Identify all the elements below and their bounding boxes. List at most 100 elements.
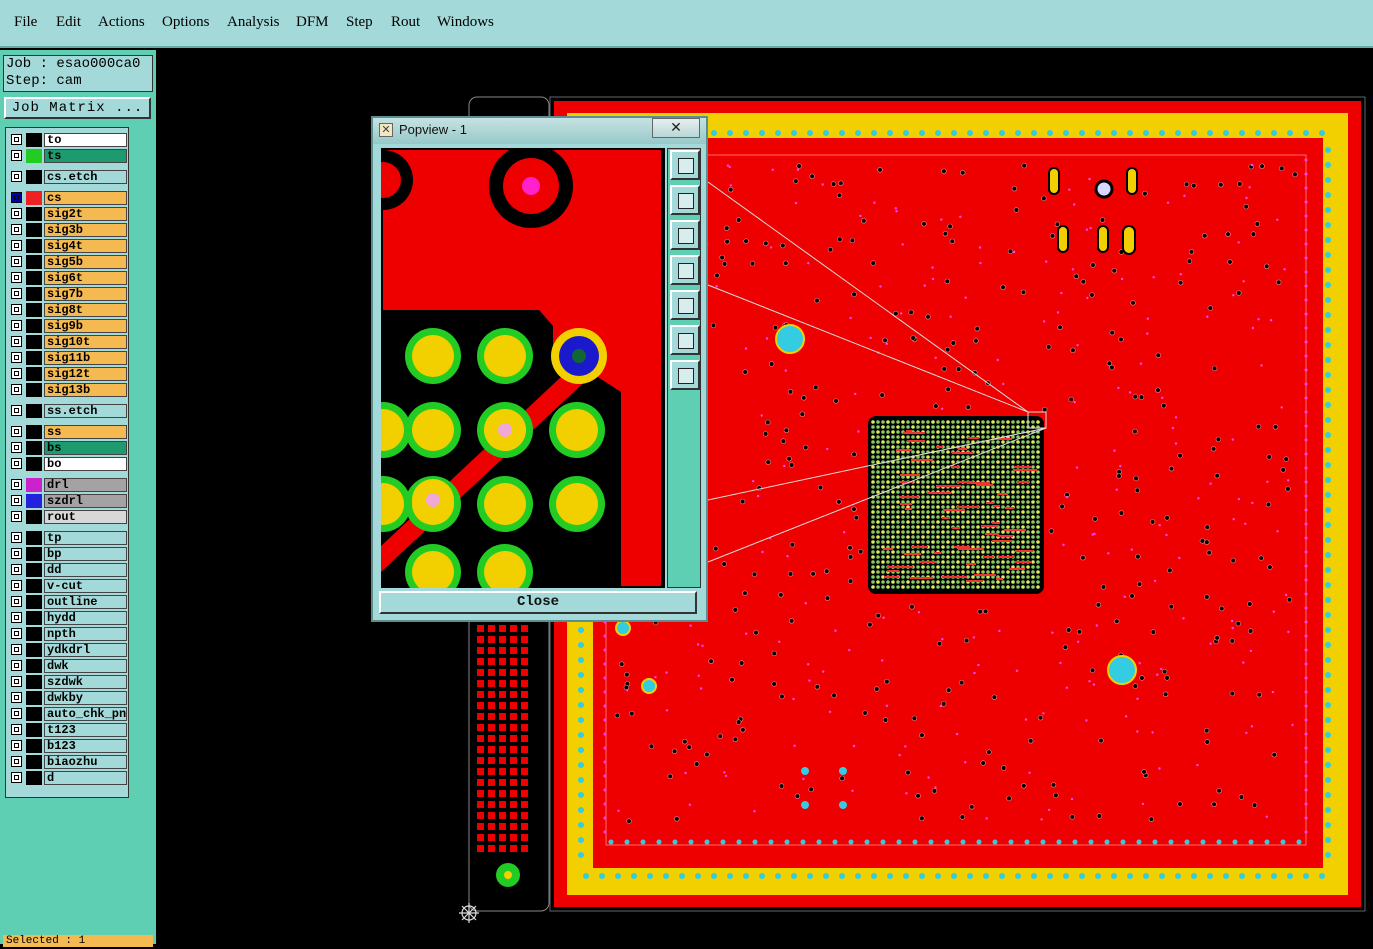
layer-row-sig12t[interactable]: sig12t bbox=[9, 367, 127, 381]
layer-row-cs.etch[interactable]: cs.etch bbox=[9, 170, 127, 184]
layer-row-bo[interactable]: bo bbox=[9, 457, 127, 471]
popview-zoom-view[interactable] bbox=[381, 148, 665, 588]
menu-dfm[interactable]: DFM bbox=[296, 14, 329, 31]
layer-row-v-cut[interactable]: v-cut bbox=[9, 579, 127, 593]
layer-row-sig5b[interactable]: sig5b bbox=[9, 255, 127, 269]
layer-row-sig11b[interactable]: sig11b bbox=[9, 351, 127, 365]
layer-checkbox[interactable] bbox=[11, 596, 22, 607]
layer-checkbox[interactable] bbox=[11, 564, 22, 575]
layer-row-tp[interactable]: tp bbox=[9, 531, 127, 545]
layer-checkbox[interactable] bbox=[11, 458, 22, 469]
layer-checkbox[interactable] bbox=[11, 352, 22, 363]
menu-edit[interactable]: Edit bbox=[56, 14, 81, 31]
close-button[interactable]: Close bbox=[379, 591, 697, 614]
layer-checkbox[interactable] bbox=[11, 708, 22, 719]
layer-checkbox[interactable] bbox=[11, 405, 22, 416]
layer-checkbox[interactable] bbox=[11, 320, 22, 331]
popview-titlebar[interactable]: ✕ Popview - 1 ✕ bbox=[373, 118, 706, 144]
layer-checkbox[interactable] bbox=[11, 256, 22, 267]
menu-file[interactable]: File bbox=[14, 14, 37, 31]
layer-checkbox[interactable] bbox=[11, 224, 22, 235]
popview-window[interactable]: ✕ Popview - 1 ✕ Close bbox=[371, 116, 708, 622]
layer-row-sig2t[interactable]: sig2t bbox=[9, 207, 127, 221]
layer-checkbox[interactable] bbox=[11, 628, 22, 639]
pan-up-icon[interactable] bbox=[670, 185, 700, 215]
layer-row-sig3b[interactable]: sig3b bbox=[9, 223, 127, 237]
pan-right-icon[interactable] bbox=[670, 290, 700, 320]
layer-row-szdrl[interactable]: szdrl bbox=[9, 494, 127, 508]
layer-checkbox[interactable] bbox=[11, 208, 22, 219]
layer-row-dd[interactable]: dd bbox=[9, 563, 127, 577]
menu-options[interactable]: Options bbox=[162, 14, 210, 31]
layer-row-dwkby[interactable]: dwkby bbox=[9, 691, 127, 705]
layer-checkbox[interactable] bbox=[11, 612, 22, 623]
menu-analysis[interactable]: Analysis bbox=[227, 14, 280, 31]
layer-row-sig8t[interactable]: sig8t bbox=[9, 303, 127, 317]
zoom-home-icon[interactable] bbox=[670, 360, 700, 390]
layer-checkbox[interactable] bbox=[11, 479, 22, 490]
layer-row-szdwk[interactable]: szdwk bbox=[9, 675, 127, 689]
layer-checkbox[interactable] bbox=[11, 532, 22, 543]
layer-checkbox[interactable] bbox=[11, 240, 22, 251]
layer-row-bp[interactable]: bp bbox=[9, 547, 127, 561]
layer-row-biaozhu[interactable]: biaozhu bbox=[9, 755, 127, 769]
layer-checkbox[interactable] bbox=[11, 495, 22, 506]
layer-checkbox[interactable] bbox=[11, 724, 22, 735]
layer-row-ydkdrl[interactable]: ydkdrl bbox=[9, 643, 127, 657]
layer-row-npth[interactable]: npth bbox=[9, 627, 127, 641]
layer-checkbox[interactable] bbox=[11, 692, 22, 703]
layer-checkbox[interactable] bbox=[11, 660, 22, 671]
layer-row-sig6t[interactable]: sig6t bbox=[9, 271, 127, 285]
menu-actions[interactable]: Actions bbox=[98, 14, 145, 31]
layer-row-b123[interactable]: b123 bbox=[9, 739, 127, 753]
layer-row-ss[interactable]: ss bbox=[9, 425, 127, 439]
menu-rout[interactable]: Rout bbox=[391, 14, 420, 31]
menu-windows[interactable]: Windows bbox=[437, 14, 494, 31]
zoom-window-icon[interactable] bbox=[670, 150, 700, 180]
layer-checkbox[interactable] bbox=[11, 368, 22, 379]
layer-checkbox[interactable] bbox=[11, 511, 22, 522]
layer-row-rout[interactable]: rout bbox=[9, 510, 127, 524]
pan-left-icon[interactable] bbox=[670, 255, 700, 285]
layer-row-sig10t[interactable]: sig10t bbox=[9, 335, 127, 349]
layer-checkbox[interactable] bbox=[11, 288, 22, 299]
layer-checkbox[interactable] bbox=[11, 772, 22, 783]
layer-checkbox[interactable] bbox=[11, 150, 22, 161]
layer-row-ss.etch[interactable]: ss.etch bbox=[9, 404, 127, 418]
layer-row-dwk[interactable]: dwk bbox=[9, 659, 127, 673]
layer-checkbox[interactable] bbox=[11, 580, 22, 591]
layer-row-bs[interactable]: bs bbox=[9, 441, 127, 455]
layer-row-drl[interactable]: drl bbox=[9, 478, 127, 492]
layer-checkbox[interactable] bbox=[11, 548, 22, 559]
pan-down-icon[interactable] bbox=[670, 220, 700, 250]
layer-row-ts[interactable]: ts bbox=[9, 149, 127, 163]
layer-checkbox[interactable] bbox=[11, 740, 22, 751]
layer-row-sig4t[interactable]: sig4t bbox=[9, 239, 127, 253]
layer-row-t123[interactable]: t123 bbox=[9, 723, 127, 737]
layer-checkbox[interactable] bbox=[11, 336, 22, 347]
layer-checkbox[interactable] bbox=[11, 192, 22, 203]
layer-row-outline[interactable]: outline bbox=[9, 595, 127, 609]
layer-checkbox[interactable] bbox=[11, 272, 22, 283]
layer-checkbox[interactable] bbox=[11, 384, 22, 395]
close-icon[interactable]: ✕ bbox=[652, 118, 700, 138]
layer-checkbox[interactable] bbox=[11, 134, 22, 145]
layer-row-auto_chk_pnl[interactable]: auto_chk_pnl bbox=[9, 707, 127, 721]
layer-checkbox[interactable] bbox=[11, 644, 22, 655]
layer-checkbox[interactable] bbox=[11, 304, 22, 315]
pcb-view[interactable] bbox=[156, 50, 1373, 944]
zoom-in-icon[interactable] bbox=[670, 325, 700, 355]
layer-checkbox[interactable] bbox=[11, 426, 22, 437]
layer-row-sig13b[interactable]: sig13b bbox=[9, 383, 127, 397]
menu-step[interactable]: Step bbox=[346, 14, 373, 31]
layer-checkbox[interactable] bbox=[11, 676, 22, 687]
layer-row-cs[interactable]: cs bbox=[9, 191, 127, 205]
layer-row-hydd[interactable]: hydd bbox=[9, 611, 127, 625]
layer-checkbox[interactable] bbox=[11, 756, 22, 767]
layer-row-to[interactable]: to bbox=[9, 133, 127, 147]
layer-row-sig9b[interactable]: sig9b bbox=[9, 319, 127, 333]
layer-row-d[interactable]: d bbox=[9, 771, 127, 785]
graphics-canvas[interactable] bbox=[156, 50, 1373, 944]
job-matrix-button[interactable]: Job Matrix ... bbox=[4, 97, 151, 119]
layer-row-sig7b[interactable]: sig7b bbox=[9, 287, 127, 301]
